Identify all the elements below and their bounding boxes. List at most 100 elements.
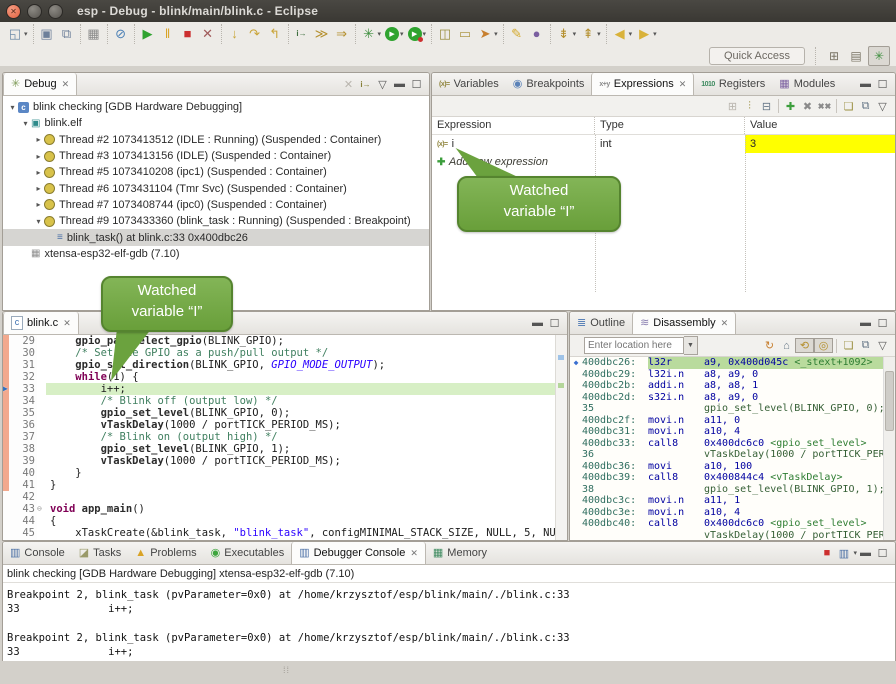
- scrollbar-thumb[interactable]: [885, 371, 894, 431]
- maximize-button[interactable]: ☐: [874, 78, 891, 91]
- debug-tree-item[interactable]: ▾▣blink.elf: [3, 115, 429, 131]
- save-button[interactable]: ▣: [37, 26, 57, 42]
- line-number[interactable]: 45: [3, 527, 37, 539]
- collapse-all-button[interactable]: ⊟: [758, 100, 775, 113]
- pin-view-button[interactable]: ⧉: [857, 339, 874, 352]
- debug-tree-item[interactable]: ▸Thread #6 1073431104 (Tmr Svc) (Suspend…: [3, 180, 429, 196]
- minimize-button[interactable]: ▬: [857, 317, 874, 329]
- dropdown-arrow-icon[interactable]: ▾: [24, 30, 28, 38]
- maximize-button[interactable]: ☐: [546, 317, 563, 330]
- dropdown-arrow-icon[interactable]: ▾: [400, 30, 404, 38]
- tab-console[interactable]: ▥Console: [3, 542, 72, 564]
- debug-tree-item[interactable]: ▸Thread #2 1073413512 (IDLE : Running) (…: [3, 132, 429, 148]
- cpp-perspective-button[interactable]: ▤: [846, 47, 866, 65]
- expander-icon[interactable]: ▸: [33, 168, 44, 177]
- minimize-button[interactable]: ▬: [857, 547, 874, 559]
- tab-memory[interactable]: ▦Memory: [426, 542, 494, 564]
- build-button[interactable]: ▦: [84, 26, 104, 42]
- home-button[interactable]: ⌂: [778, 340, 795, 352]
- remove-expression-button[interactable]: ✖: [799, 100, 816, 113]
- expander-icon[interactable]: ▸: [33, 152, 44, 161]
- maximize-button[interactable]: ☐: [874, 317, 891, 330]
- new-view-button[interactable]: ❏: [840, 339, 857, 352]
- last-edit-location-button[interactable]: ⇟▾: [554, 26, 579, 42]
- quick-access-button[interactable]: Quick Access: [709, 47, 805, 65]
- step-over-button[interactable]: ↷: [245, 26, 265, 42]
- expander-icon[interactable]: ▸: [33, 135, 44, 144]
- window-minimize-button[interactable]: [27, 4, 42, 19]
- code-editor[interactable]: 29 gpio_pad_select_gpio(BLINK_GPIO);30 /…: [3, 335, 567, 541]
- move-to-line-button[interactable]: ⇒: [332, 26, 352, 42]
- display-selected-console-button[interactable]: ▥: [835, 547, 852, 560]
- new-cpp-project-button[interactable]: ◫: [435, 26, 455, 42]
- expander-icon[interactable]: ▾: [33, 217, 44, 226]
- add-expression-row[interactable]: ✚ Add new expression: [432, 153, 895, 171]
- search-button[interactable]: ●: [527, 26, 547, 42]
- expander-icon[interactable]: ▾: [7, 103, 18, 112]
- goto-line-button[interactable]: ⇞▾: [578, 26, 603, 42]
- debug-tree-item[interactable]: ▾cblink checking [GDB Hardware Debugging…: [3, 99, 429, 115]
- tab-debugger-console[interactable]: ▥Debugger Console✕: [291, 542, 426, 564]
- debug-perspective-button[interactable]: ✳: [868, 46, 890, 66]
- disassembly-listing[interactable]: ◆400dbc26:l32ra9, 0x400d045c <_stext+109…: [570, 357, 895, 541]
- line-number[interactable]: 44: [3, 515, 37, 527]
- save-all-button[interactable]: ⧉: [57, 26, 77, 42]
- show-type-names-button[interactable]: ⊞: [724, 100, 741, 113]
- dropdown-arrow-icon[interactable]: ▾: [629, 30, 633, 38]
- dropdown-arrow-icon[interactable]: ▾: [378, 30, 382, 38]
- minimize-button[interactable]: ▬: [529, 317, 546, 329]
- open-perspective-button[interactable]: ⊞: [824, 47, 844, 65]
- dropdown-arrow-icon[interactable]: ▾: [573, 30, 577, 38]
- fold-marker-icon[interactable]: ⊖: [37, 503, 46, 515]
- forward-button[interactable]: ▶▾: [634, 26, 659, 42]
- instruction-step-button[interactable]: i→: [292, 26, 312, 42]
- minimize-button[interactable]: ▬: [857, 78, 874, 90]
- resume-button[interactable]: ▶: [138, 26, 158, 42]
- add-expression-button[interactable]: ✚: [782, 100, 799, 113]
- view-menu-button[interactable]: ▽: [374, 78, 391, 91]
- debug-tree-item[interactable]: ▸Thread #5 1073410208 (ipc1) (Suspended …: [3, 164, 429, 180]
- minimize-button[interactable]: ▬: [391, 78, 408, 90]
- view-menu-button[interactable]: ▽: [874, 339, 891, 352]
- step-into-button[interactable]: ↓: [225, 26, 245, 42]
- suspend-button[interactable]: ‖: [158, 26, 178, 42]
- tab-debug[interactable]: ✳Debug✕: [3, 73, 77, 95]
- debug-tree-item[interactable]: ≡blink_task() at blink.c:33 0x400dbc26: [3, 229, 429, 245]
- close-icon[interactable]: ✕: [62, 79, 70, 90]
- expander-icon[interactable]: ▸: [33, 200, 44, 209]
- debug-tree-item[interactable]: ▾Thread #9 1073433360 (blink_task : Runn…: [3, 213, 429, 229]
- instruction-stepping-toggle[interactable]: ≫: [312, 26, 332, 42]
- dropdown-arrow-icon[interactable]: ▾: [494, 30, 498, 38]
- debug-button[interactable]: ✳▾: [359, 26, 384, 42]
- close-icon[interactable]: ✕: [721, 318, 729, 329]
- combo-dropdown-icon[interactable]: ▼: [684, 336, 698, 355]
- tab-disassembly[interactable]: ≋Disassembly✕: [632, 312, 736, 334]
- format-button[interactable]: ✎: [507, 26, 527, 42]
- dropdown-arrow-icon[interactable]: ▾: [423, 30, 427, 38]
- close-icon[interactable]: ✕: [679, 79, 687, 90]
- track-expression-button[interactable]: ◎: [814, 338, 833, 353]
- location-input[interactable]: [584, 337, 684, 354]
- close-icon[interactable]: ✕: [63, 318, 71, 329]
- expander-icon[interactable]: ▸: [33, 184, 44, 193]
- dropdown-arrow-icon[interactable]: ▾: [653, 30, 657, 38]
- flash-button[interactable]: ➤▾: [475, 26, 500, 42]
- console-output[interactable]: Breakpoint 2, blink_task (pvParameter=0x…: [3, 583, 895, 659]
- new-view-button[interactable]: ❏: [840, 100, 857, 113]
- tab-expressions[interactable]: x+yExpressions✕: [591, 73, 694, 95]
- external-tools-button[interactable]: ▶▾: [406, 26, 429, 42]
- expression-row[interactable]: (x)= i int 3: [432, 135, 895, 153]
- debug-tree-item[interactable]: ▸Thread #3 1073413156 (IDLE) (Suspended …: [3, 148, 429, 164]
- refresh-button[interactable]: ↻: [761, 339, 778, 352]
- instruction-stepping-mode-button[interactable]: i→: [357, 80, 374, 89]
- scrollbar[interactable]: [883, 357, 895, 541]
- maximize-button[interactable]: ☐: [408, 78, 425, 91]
- tab-modules[interactable]: ▦Modules: [772, 73, 842, 95]
- tab-blink-c[interactable]: cblink.c✕: [3, 312, 79, 334]
- window-maximize-button[interactable]: [48, 4, 63, 19]
- tab-outline[interactable]: ≣Outline: [570, 312, 632, 334]
- run-button[interactable]: ▶▾: [383, 26, 406, 42]
- disconnect-button[interactable]: ✕: [198, 26, 218, 42]
- dropdown-arrow-icon[interactable]: ▾: [597, 30, 601, 38]
- expander-icon[interactable]: ▾: [20, 119, 31, 128]
